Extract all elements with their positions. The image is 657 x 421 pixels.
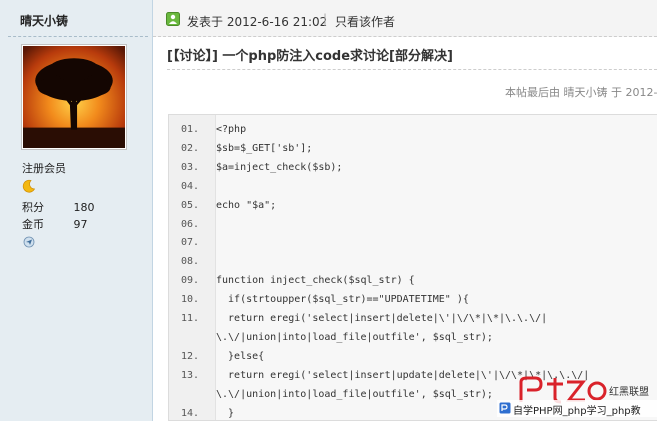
stat-coins: 金币 97 [22, 216, 142, 232]
code-line-number: 01. [181, 124, 200, 135]
code-line-number: 03. [181, 161, 200, 173]
avatar[interactable] [21, 44, 127, 150]
moon-icon [22, 179, 36, 193]
code-line-text: }else{ [216, 350, 265, 362]
stat-points-label: 积分 [22, 201, 44, 214]
send-message-icon[interactable] [23, 236, 35, 248]
code-line-text: } [216, 407, 235, 419]
code-line-text: $a=inject_check($sb); [216, 161, 343, 173]
online-status-icon [166, 12, 180, 26]
code-line-number: 10. [181, 294, 200, 306]
code-block: 01. <?php 02. $sb=$_GET['sb']; 03. $a=inject_… [168, 114, 657, 421]
header-separator: | [323, 12, 328, 26]
post-panel: 发表于 2012-6-16 21:02 | 只看该作者 [【讨论】] 一个php… [153, 0, 657, 421]
stat-coins-label: 金币 [22, 218, 44, 231]
post-header: 发表于 2012-6-16 21:02 | 只看该作者 [153, 0, 657, 37]
code-line-text: <?php [216, 124, 247, 135]
code-line-text: \.\/|union|into|load_file|outfile', $sql… [216, 388, 493, 400]
code-line-number: 06. [181, 218, 200, 230]
code-line-number: 04. [181, 180, 200, 192]
code-line-text: \.\/|union|into|load_file|outfile', $sql… [216, 331, 493, 343]
code-line-number: 02. [181, 142, 200, 154]
code-line-text: echo "$a"; [216, 199, 277, 211]
watermark: 红黑联盟 自学PHP网_php学习_php教 [497, 376, 657, 421]
watermark-brand: 红黑联盟 [609, 387, 649, 398]
post-title: [【讨论】] 一个php防注入code求讨论[部分解决] [167, 49, 453, 64]
author-username[interactable]: 晴天小铸 [20, 12, 68, 29]
code-line-number: 09. [181, 275, 200, 287]
user-group[interactable]: 注册会员 [22, 160, 66, 176]
php-site-icon [499, 402, 511, 414]
watermark-text: 自学PHP网_php学习_php教 [513, 406, 641, 417]
code-line-number: 11. [181, 313, 200, 324]
edit-note: 本帖最后由 晴天小铸 于 2012-6 [505, 86, 657, 99]
code-line-number: 13. [181, 369, 200, 381]
stat-points: 积分 180 [22, 199, 142, 215]
post-timestamp: 发表于 2012-6-16 21:02 [187, 15, 328, 29]
stat-points-value: 180 [73, 201, 95, 214]
code-line-text: return eregi('select|insert|delete|\'|\/… [216, 313, 548, 324]
avatar-image [23, 46, 125, 148]
code-line-text: if(strtoupper($sql_str)=="UPDATETIME" ){ [216, 294, 469, 306]
forum-post-page: 晴天小铸 注册会员 积分 180 金币 97 发表于 2012-6-16 21:… [0, 0, 657, 421]
code-line-number: 12. [181, 350, 200, 362]
code-line-text: $sb=$_GET['sb']; [216, 142, 313, 154]
only-author-link[interactable]: 只看该作者 [335, 13, 395, 30]
title-divider [167, 69, 657, 70]
author-panel: 晴天小铸 注册会员 积分 180 金币 97 [0, 0, 153, 421]
code-line-number: 08. [181, 256, 200, 268]
code-line-number: 05. [181, 199, 200, 211]
author-divider [8, 36, 148, 37]
code-line-number: 14. [181, 407, 200, 419]
code-line-text: function inject_check($sql_str) { [216, 275, 415, 287]
code-line-number: 07. [181, 237, 200, 249]
stat-coins-value: 97 [73, 218, 88, 231]
